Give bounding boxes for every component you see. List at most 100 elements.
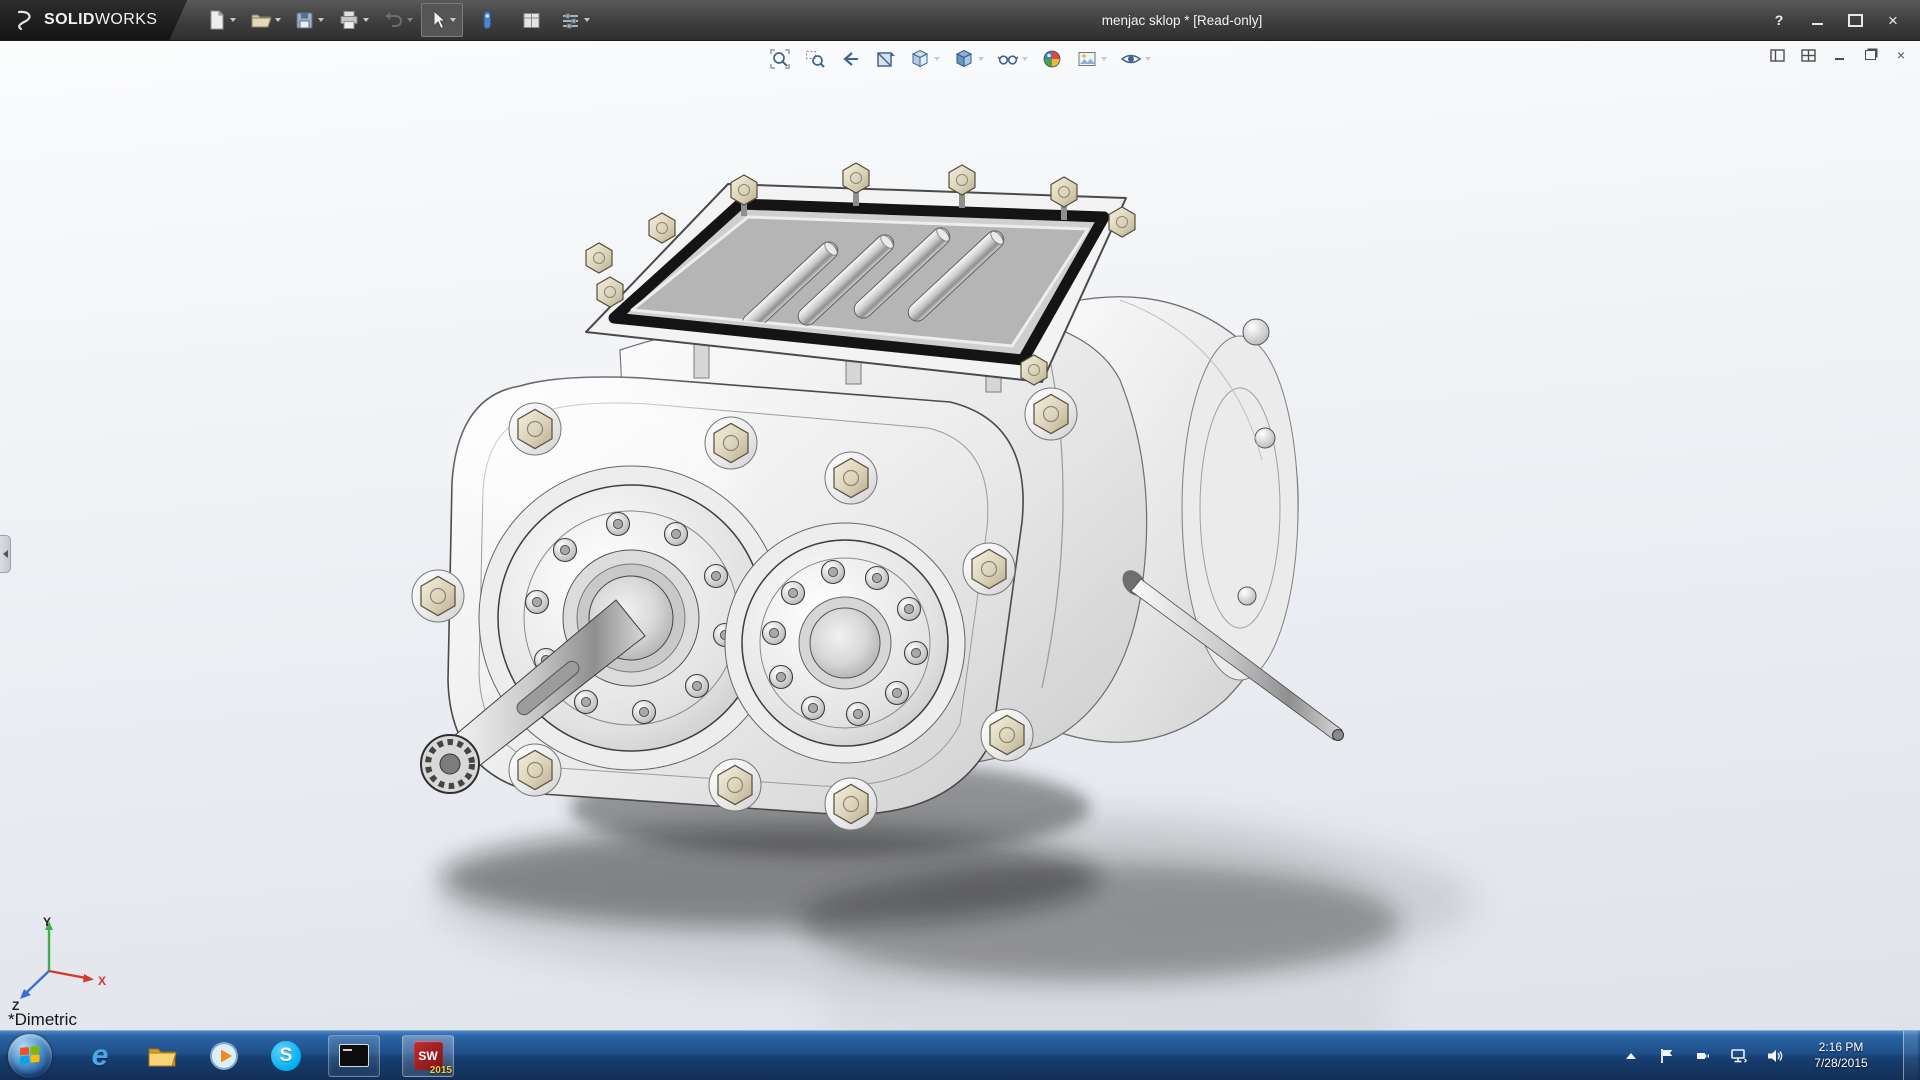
doc-close-button[interactable]: ×: [1892, 46, 1910, 64]
new-document-button[interactable]: [201, 4, 241, 36]
apply-scene-button[interactable]: [1074, 46, 1109, 72]
dropdown-caret: [407, 18, 413, 22]
maximize-button[interactable]: [1844, 9, 1866, 31]
print-button[interactable]: [333, 4, 373, 36]
dropdown-caret: [363, 18, 369, 22]
taskbar-media-player[interactable]: [204, 1036, 244, 1076]
dropdown-caret: [1145, 57, 1151, 61]
file-properties-button[interactable]: [511, 4, 551, 36]
zoom-to-fit-icon: [769, 48, 791, 70]
doc-minimize-button[interactable]: [1830, 46, 1848, 64]
dropdown-caret: [584, 18, 590, 22]
undo-button[interactable]: [377, 4, 417, 36]
taskbar-solidworks[interactable]: SW 2015: [402, 1035, 454, 1077]
display-style-button[interactable]: [951, 46, 986, 72]
taskbar-internet-explorer[interactable]: e: [80, 1036, 120, 1076]
taskbar-clock[interactable]: 2:16 PM 7/28/2015: [1799, 1040, 1883, 1071]
action-center-button[interactable]: [1655, 1041, 1679, 1071]
taskbar-windows-explorer[interactable]: [142, 1036, 182, 1076]
view-settings-eye-icon: [1120, 48, 1142, 70]
select-button[interactable]: [421, 3, 463, 37]
clock-date: 7/28/2015: [1814, 1056, 1867, 1072]
removable-device-button[interactable]: [1691, 1041, 1715, 1071]
hide-show-items-button[interactable]: [995, 46, 1030, 72]
options-button[interactable]: [555, 4, 595, 36]
taskbar-skype[interactable]: S: [266, 1036, 306, 1076]
graphics-area[interactable]: × Y X Z *Dimetric: [0, 40, 1920, 1031]
doc-restore-button[interactable]: [1861, 46, 1879, 64]
taskbar-apps: e S SW 2015: [80, 1035, 454, 1077]
maximize-icon: [1848, 14, 1863, 27]
section-view-icon: [874, 48, 896, 70]
system-tray: 2:16 PM 7/28/2015: [1619, 1031, 1920, 1080]
dropdown-caret: [978, 57, 984, 61]
x-axis-arrow: [83, 974, 94, 983]
dropdown-caret: [318, 18, 324, 22]
split-pane-icon: [1801, 49, 1816, 62]
usb-device-icon: [1694, 1047, 1712, 1065]
solidworks-version-badge: 2015: [430, 1065, 452, 1076]
taskbar: e S SW 2015: [0, 1030, 1920, 1080]
view-orientation-label: *Dimetric: [8, 1010, 77, 1030]
solidworks-window: SOLIDWORKS: [0, 0, 1920, 1080]
doc-minimize-icon: [1835, 58, 1844, 60]
taskbar-command-prompt[interactable]: [328, 1035, 380, 1077]
output-flange: [725, 523, 965, 763]
orientation-triad[interactable]: Y X Z: [10, 913, 120, 1013]
featuremanager-splitter-tab[interactable]: [0, 535, 11, 573]
doc-pane-button[interactable]: [1768, 46, 1786, 64]
dassault-systemes-logo-icon: [12, 9, 36, 31]
volume-button[interactable]: [1763, 1041, 1787, 1071]
dropdown-caret: [1022, 57, 1028, 61]
section-view-button[interactable]: [872, 46, 898, 72]
edit-appearance-button[interactable]: [1039, 46, 1065, 72]
close-button[interactable]: ×: [1882, 9, 1904, 31]
heads-up-toolbar: [761, 44, 1159, 74]
dropdown-caret: [450, 18, 456, 22]
network-button[interactable]: [1727, 1041, 1751, 1071]
options-icon: [560, 10, 581, 31]
help-button[interactable]: ?: [1768, 9, 1790, 31]
standard-toolbar: [201, 3, 595, 37]
document-title: menjac sklop * [Read-only]: [1102, 0, 1263, 40]
new-document-icon: [207, 9, 227, 31]
show-desktop-button[interactable]: [1903, 1031, 1918, 1080]
y-axis-label: Y: [43, 915, 51, 929]
open-folder-icon: [250, 9, 272, 31]
previous-view-icon: [839, 48, 861, 70]
media-player-icon: [209, 1041, 239, 1071]
network-icon: [1729, 1047, 1749, 1065]
window-controls: ? ×: [1768, 9, 1920, 31]
x-axis-label: X: [98, 974, 106, 988]
view-orientation-button[interactable]: [907, 46, 942, 72]
zoom-to-area-icon: [804, 48, 826, 70]
hide-show-glasses-icon: [997, 48, 1019, 70]
apply-scene-icon: [1076, 48, 1098, 70]
open-button[interactable]: [245, 4, 285, 36]
zoom-to-area-button[interactable]: [802, 46, 828, 72]
minimize-icon: [1812, 23, 1823, 25]
display-style-icon: [953, 48, 975, 70]
save-floppy-icon: [294, 10, 315, 31]
show-hidden-icons-button[interactable]: [1619, 1041, 1643, 1071]
doc-restore-icon: [1865, 50, 1876, 60]
dropdown-caret: [230, 18, 236, 22]
view-settings-button[interactable]: [1118, 46, 1153, 72]
undo-icon: [382, 9, 404, 31]
pane-icon: [1770, 49, 1785, 62]
doc-split-button[interactable]: [1799, 46, 1817, 64]
rebuild-button[interactable]: [467, 4, 507, 36]
printer-icon: [338, 9, 360, 31]
chevron-up-icon: [1626, 1053, 1636, 1059]
start-button[interactable]: [8, 1034, 52, 1078]
save-button[interactable]: [289, 4, 329, 36]
dropdown-caret: [1101, 57, 1107, 61]
select-cursor-icon: [429, 9, 447, 31]
speaker-icon: [1766, 1047, 1784, 1065]
dropdown-caret: [934, 57, 940, 61]
minimize-button[interactable]: [1806, 9, 1828, 31]
windows-flag-icon: [19, 1046, 41, 1066]
gearbox-model: [0, 40, 1920, 1031]
zoom-to-fit-button[interactable]: [767, 46, 793, 72]
previous-view-button[interactable]: [837, 46, 863, 72]
